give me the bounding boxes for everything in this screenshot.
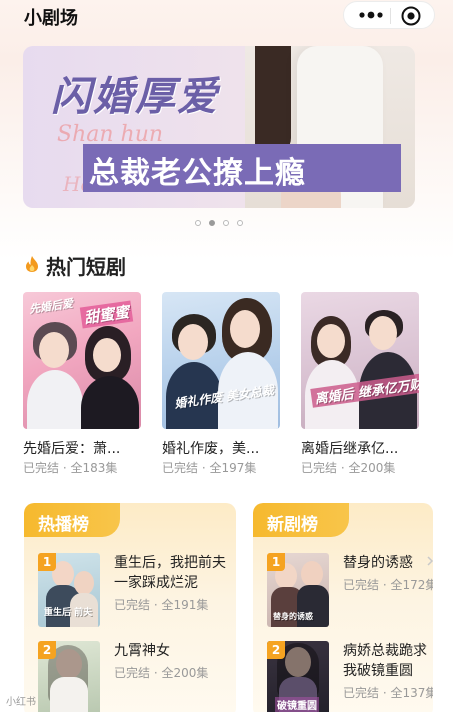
rank-meta: 已完结 · 全191集 bbox=[114, 598, 209, 612]
drama-meta: 已完结 · 全183集 bbox=[23, 461, 118, 475]
drama-meta: 已完结 · 全200集 bbox=[301, 461, 396, 475]
drama-poster[interactable]: 婚礼作废 美女总裁 bbox=[162, 292, 280, 429]
carousel-dot[interactable] bbox=[195, 220, 201, 226]
rank-title[interactable]: 重生后，我把前夫一家踩成烂泥 bbox=[114, 553, 226, 593]
mini-program-capsule bbox=[343, 1, 435, 29]
header: 小剧场 bbox=[0, 0, 453, 34]
rank-title[interactable]: 替身的诱惑 bbox=[343, 553, 433, 573]
section-title: 热门短剧 bbox=[46, 255, 126, 279]
rank-meta: 已完结 · 全137集 bbox=[343, 686, 433, 700]
rank-list-item[interactable]: 破镜重圆 2 病娇总裁跪求我破镜重圆 已完结 · 全137集 bbox=[267, 641, 433, 712]
rank-meta: 已完结 · 全172集 bbox=[343, 578, 433, 592]
more-dots-icon[interactable] bbox=[356, 7, 386, 23]
drama-poster[interactable]: 离婚后 继承亿万财产 bbox=[301, 292, 419, 429]
carousel-dot[interactable] bbox=[237, 220, 243, 226]
chevron-right-icon bbox=[427, 556, 434, 566]
carousel-dot[interactable] bbox=[223, 220, 229, 226]
rank-thumbnail[interactable]: 破镜重圆 2 bbox=[267, 641, 329, 712]
tab-hot-play[interactable]: 热播榜 bbox=[24, 503, 120, 537]
mini-theater-page: 小剧场 闪婚厚爱 Shan hun Hou ai 总裁老公撩上瘾 bbox=[0, 0, 453, 712]
watermark: 小红书 bbox=[6, 697, 36, 708]
banner-subtitle: 总裁老公撩上瘾 bbox=[89, 156, 306, 191]
rank-list-item[interactable]: 2 九霄神女 已完结 · 全200集 bbox=[38, 641, 228, 712]
carousel-indicator bbox=[195, 220, 255, 228]
rank-title[interactable]: 九霄神女 bbox=[114, 641, 226, 661]
rank-thumbnail[interactable]: 替身的诱惑 1 bbox=[267, 553, 329, 627]
rank-title[interactable]: 病娇总裁跪求我破镜重圆 bbox=[343, 641, 433, 681]
drama-title[interactable]: 婚礼作废，美... bbox=[162, 438, 280, 458]
rank-badge: 2 bbox=[38, 641, 56, 659]
hot-play-ranking-panel: 热播榜 重生后 前夫 1 重生后，我把前夫一家踩成烂泥 已完结 · 全191集 bbox=[24, 503, 236, 712]
carousel-dot-active[interactable] bbox=[209, 220, 215, 226]
tab-label: 新剧榜 bbox=[267, 515, 318, 535]
tab-label: 热播榜 bbox=[38, 515, 89, 535]
thumb-text: 重生后 前夫 bbox=[44, 608, 93, 618]
thumb-text: 替身的诱惑 bbox=[273, 612, 313, 621]
rank-badge: 1 bbox=[267, 553, 285, 571]
drama-meta: 已完结 · 全197集 bbox=[162, 461, 257, 475]
page-title: 小剧场 bbox=[24, 8, 78, 29]
drama-title[interactable]: 离婚后继承亿... bbox=[301, 438, 419, 458]
new-drama-ranking-panel: 新剧榜 替身的诱惑 1 替身的诱惑 已完结 · 全172集 破镜重圆 2 病娇总… bbox=[253, 503, 433, 712]
tab-new-drama[interactable]: 新剧榜 bbox=[253, 503, 349, 537]
rank-list-item[interactable]: 替身的诱惑 1 替身的诱惑 已完结 · 全172集 bbox=[267, 553, 433, 627]
rank-meta: 已完结 · 全200集 bbox=[114, 666, 209, 680]
rank-badge: 2 bbox=[267, 641, 285, 659]
target-icon[interactable] bbox=[400, 5, 422, 27]
rank-list-item[interactable]: 重生后 前夫 1 重生后，我把前夫一家踩成烂泥 已完结 · 全191集 bbox=[38, 553, 228, 627]
drama-poster[interactable]: 先婚后爱 甜蜜蜜 bbox=[23, 292, 141, 429]
fire-icon bbox=[26, 256, 38, 272]
rank-thumbnail[interactable]: 2 bbox=[38, 641, 100, 712]
banner-title: 闪婚厚爱 bbox=[51, 73, 219, 120]
capsule-divider bbox=[390, 8, 391, 24]
thumb-text: 破镜重圆 bbox=[275, 697, 319, 712]
rank-badge: 1 bbox=[38, 553, 56, 571]
rank-thumbnail[interactable]: 重生后 前夫 1 bbox=[38, 553, 100, 627]
banner-carousel[interactable]: 闪婚厚爱 Shan hun Hou ai 总裁老公撩上瘾 bbox=[23, 46, 415, 208]
drama-title[interactable]: 先婚后爱：萧... bbox=[23, 438, 141, 458]
